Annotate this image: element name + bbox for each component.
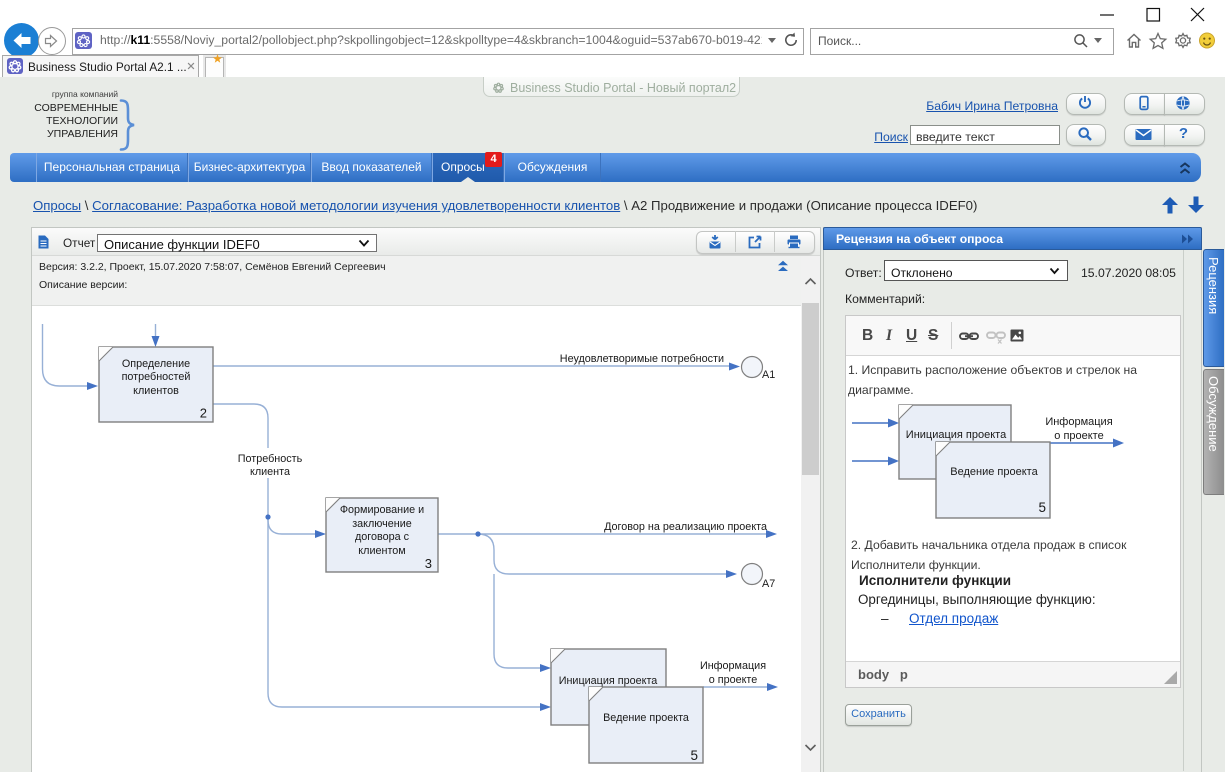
svg-text:Ведение проекта: Ведение проекта	[603, 712, 689, 724]
svg-text:5: 5	[690, 748, 698, 763]
svg-text:Договор на реализацию проекта: Договор на реализацию проекта	[604, 521, 767, 533]
svg-text:Информация: Информация	[1045, 416, 1112, 428]
svg-text:5: 5	[1038, 500, 1046, 515]
svg-text:о проекте: о проекте	[709, 674, 758, 686]
svg-text:заключение: заключение	[352, 518, 412, 530]
svg-text:A7: A7	[762, 578, 775, 590]
svg-text:Потребность: Потребность	[238, 453, 303, 465]
svg-text:Определение: Определение	[122, 358, 190, 370]
svg-text:Формирование и: Формирование и	[340, 504, 424, 516]
svg-text:Ведение проекта: Ведение проекта	[950, 466, 1038, 478]
svg-text:Инициация проекта: Инициация проекта	[906, 429, 1007, 441]
svg-text:3: 3	[425, 556, 432, 571]
svg-text:Неудовлетворимые потребности: Неудовлетворимые потребности	[560, 353, 724, 365]
svg-text:клиента: клиента	[250, 466, 290, 478]
svg-text:клиентом: клиентом	[358, 545, 405, 557]
svg-text:Информация: Информация	[700, 660, 766, 672]
svg-text:Инициация проекта: Инициация проекта	[559, 675, 658, 687]
svg-text:2: 2	[200, 406, 207, 421]
svg-text:клиентов: клиентов	[133, 385, 179, 397]
svg-text:потребностей: потребностей	[122, 371, 191, 383]
svg-text:договора с: договора с	[355, 531, 410, 543]
svg-text:A1: A1	[762, 369, 775, 381]
svg-text:о проекте: о проекте	[1054, 430, 1103, 442]
